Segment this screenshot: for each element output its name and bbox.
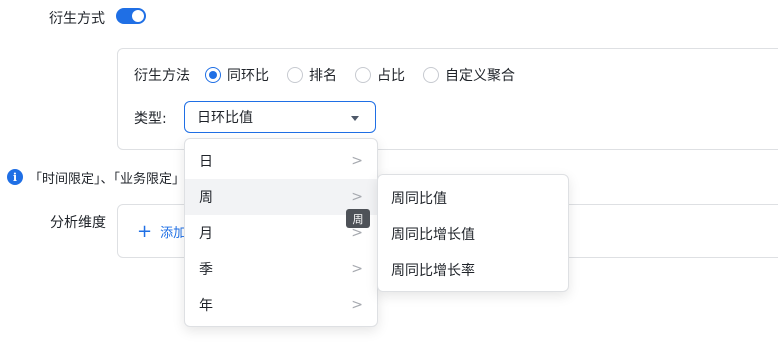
week-submenu: 周同比值 周同比增长值 周同比增长率: [377, 174, 569, 292]
radio-rank[interactable]: 排名: [287, 65, 337, 85]
info-icon: i: [7, 169, 23, 185]
submenu-item-week-yoy-value[interactable]: 周同比值: [378, 180, 568, 216]
derive-label: 衍生方式: [49, 11, 105, 27]
method-radio-group: 衍生方法 同环比 排名 占比 自定义聚合: [134, 65, 533, 85]
radio-circle: [287, 67, 303, 83]
caret-down-icon: [351, 116, 359, 121]
radio-label: 排名: [309, 68, 337, 84]
type-label: 类型:: [134, 111, 167, 127]
menu-item-label: 年: [199, 298, 213, 314]
radio-circle: [205, 67, 221, 83]
type-dropdown-menu: 日 > 周 > 月 > 季 > 年 >: [184, 138, 378, 327]
toggle-knob: [132, 10, 144, 22]
radio-custom-aggregate[interactable]: 自定义聚合: [423, 65, 515, 85]
radio-proportion[interactable]: 占比: [355, 65, 405, 85]
menu-item-day[interactable]: 日 >: [185, 143, 377, 179]
chevron-right-icon: >: [351, 261, 363, 277]
radio-yoy[interactable]: 同环比: [205, 65, 269, 85]
info-hint: i 「时间限定」、「业务限定」: [7, 168, 186, 187]
menu-item-label: 周: [199, 190, 213, 206]
add-dimension-button[interactable]: + 添加: [137, 222, 186, 241]
type-select[interactable]: 日环比值: [184, 101, 376, 133]
submenu-item-week-yoy-growth-value[interactable]: 周同比增长值: [378, 216, 568, 252]
chevron-right-icon: >: [351, 297, 363, 313]
tooltip: 周: [346, 209, 370, 228]
type-select-value: 日环比值: [197, 110, 253, 126]
derive-config-panel: [117, 48, 778, 150]
radio-circle: [423, 67, 439, 83]
radio-label: 同环比: [227, 68, 269, 84]
chevron-right-icon: >: [351, 153, 363, 169]
analysis-label: 分析维度: [50, 215, 106, 231]
submenu-item-week-yoy-growth-rate[interactable]: 周同比增长率: [378, 252, 568, 288]
radio-circle: [355, 67, 371, 83]
menu-item-label: 季: [199, 262, 213, 278]
add-label: 添加: [160, 226, 187, 241]
menu-item-label: 日: [199, 154, 213, 170]
menu-item-year[interactable]: 年 >: [185, 287, 377, 323]
menu-item-label: 月: [199, 226, 213, 242]
plus-icon: +: [137, 220, 153, 242]
radio-label: 占比: [377, 68, 405, 84]
derive-toggle[interactable]: [116, 8, 146, 24]
menu-item-quarter[interactable]: 季 >: [185, 251, 377, 287]
info-text: 「时间限定」、「业务限定」: [29, 171, 186, 187]
chevron-right-icon: >: [351, 189, 363, 205]
method-label: 衍生方法: [134, 68, 190, 84]
radio-label: 自定义聚合: [445, 68, 515, 84]
